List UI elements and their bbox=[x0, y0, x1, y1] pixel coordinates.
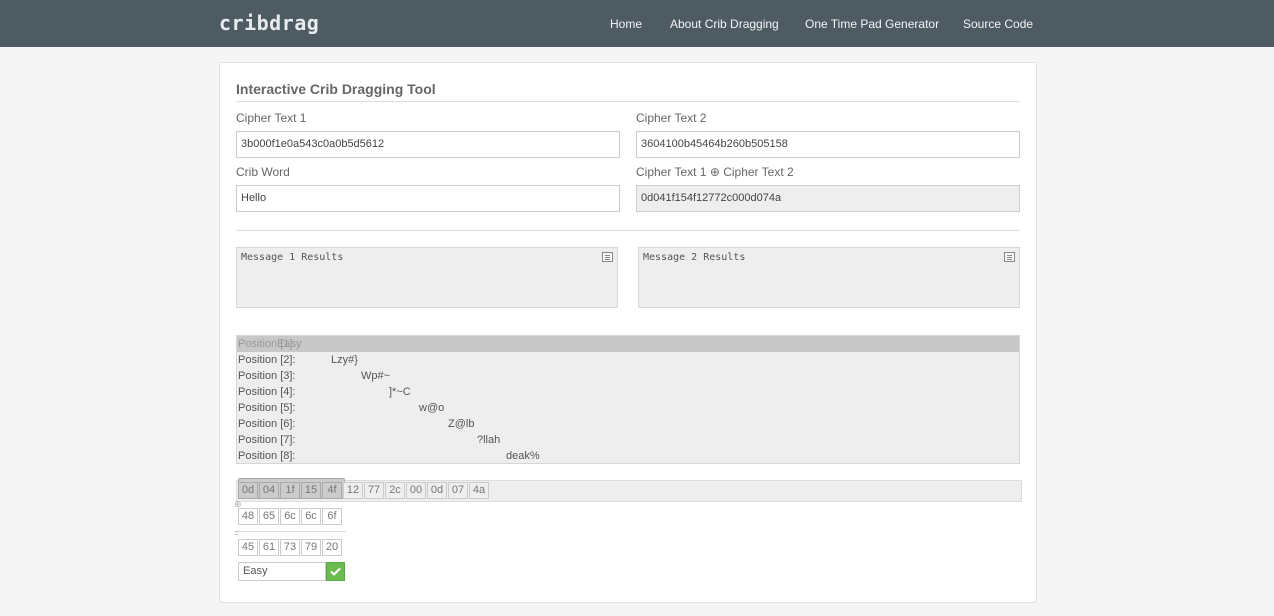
crib-byte-cell: 6c bbox=[301, 508, 321, 525]
xor-byte-cell: 12 bbox=[343, 482, 363, 499]
result-byte-cell: 73 bbox=[280, 539, 300, 556]
crib-drag-panel: Interactive Crib Dragging Tool Cipher Te… bbox=[219, 62, 1037, 603]
result-byte-cell: 61 bbox=[259, 539, 279, 556]
xor-byte-cell: 4f bbox=[322, 482, 342, 499]
top-navbar: cribdrag Home About Crib Dragging One Ti… bbox=[0, 0, 1274, 47]
xor-byte-cell: 2c bbox=[385, 482, 405, 499]
crib-byte-cell: 6c bbox=[280, 508, 300, 525]
copy-icon[interactable] bbox=[1004, 252, 1015, 262]
position-row[interactable]: Position [1]: Easy bbox=[237, 336, 1019, 352]
crib-word-input[interactable]: Hello bbox=[236, 185, 620, 212]
crib-word-label: Crib Word bbox=[236, 165, 290, 179]
xor-byte-cell: 04 bbox=[259, 482, 279, 499]
nav-about-link[interactable]: About Crib Dragging bbox=[670, 17, 779, 31]
cipher-text-2-label: Cipher Text 2 bbox=[636, 111, 706, 125]
position-results-list[interactable]: Position [1]: Easy Position [2]: Lzy#} Pos… bbox=[236, 335, 1020, 464]
equals-divider bbox=[236, 531, 346, 532]
xor-result-field: 0d041f154f12772c000d074a bbox=[636, 185, 1020, 212]
position-row[interactable]: Position [8]: deak% bbox=[237, 448, 1019, 464]
position-row[interactable]: Position [3]: Wp#~ bbox=[237, 368, 1019, 384]
accept-button[interactable] bbox=[326, 562, 345, 581]
xor-result-label: Cipher Text 1 ⊕ Cipher Text 2 bbox=[636, 165, 794, 179]
nav-home-link[interactable]: Home bbox=[610, 17, 642, 31]
cipher-text-1-input[interactable]: 3b000f1e0a543c0a0b5d5612 bbox=[236, 131, 620, 158]
inputs-divider bbox=[236, 230, 1020, 231]
cipher-text-1-label: Cipher Text 1 bbox=[236, 111, 306, 125]
xor-byte-cell: 0d bbox=[238, 482, 258, 499]
panel-title: Interactive Crib Dragging Tool bbox=[236, 81, 436, 97]
message-2-results[interactable]: Message 2 Results bbox=[638, 247, 1020, 308]
result-byte-cell: 79 bbox=[301, 539, 321, 556]
xor-byte-cell: 0d bbox=[427, 482, 447, 499]
message-2-placeholder: Message 2 Results bbox=[643, 252, 745, 263]
copy-icon[interactable] bbox=[602, 252, 613, 262]
xor-byte-cell: 4a bbox=[469, 482, 489, 499]
brand-logo[interactable]: cribdrag bbox=[219, 11, 319, 35]
position-row[interactable]: Position [2]: Lzy#} bbox=[237, 352, 1019, 368]
result-byte-cell: 20 bbox=[322, 539, 342, 556]
crib-byte-cell: 65 bbox=[259, 508, 279, 525]
crib-byte-cell: 48 bbox=[238, 508, 258, 525]
position-row[interactable]: Position [4]:]*~ C bbox=[237, 384, 1019, 400]
position-row[interactable]: Position [7]: ?llah bbox=[237, 432, 1019, 448]
xor-byte-cell: 15 bbox=[301, 482, 321, 499]
title-divider bbox=[236, 101, 1020, 102]
check-icon bbox=[330, 567, 341, 576]
message-1-placeholder: Message 1 Results bbox=[241, 252, 343, 263]
xor-byte-cell: 77 bbox=[364, 482, 384, 499]
xor-byte-cell: 1f bbox=[280, 482, 300, 499]
cipher-text-2-input[interactable]: 3604100b45464b260b505158 bbox=[636, 131, 1020, 158]
xor-byte-cell: 07 bbox=[448, 482, 468, 499]
position-row[interactable]: Position [6]: Z@lb bbox=[237, 416, 1019, 432]
nav-source-code-link[interactable]: Source Code bbox=[963, 17, 1033, 31]
result-word-input[interactable]: Easy bbox=[238, 562, 326, 581]
equals-symbol: = bbox=[234, 528, 239, 538]
result-byte-cell: 45 bbox=[238, 539, 258, 556]
message-1-results[interactable]: Message 1 Results bbox=[236, 247, 618, 308]
position-row[interactable]: Position [5]: w @o bbox=[237, 400, 1019, 416]
nav-otp-generator-link[interactable]: One Time Pad Generator bbox=[805, 17, 939, 31]
xor-byte-cell: 00 bbox=[406, 482, 426, 499]
crib-byte-cell: 6f bbox=[322, 508, 342, 525]
